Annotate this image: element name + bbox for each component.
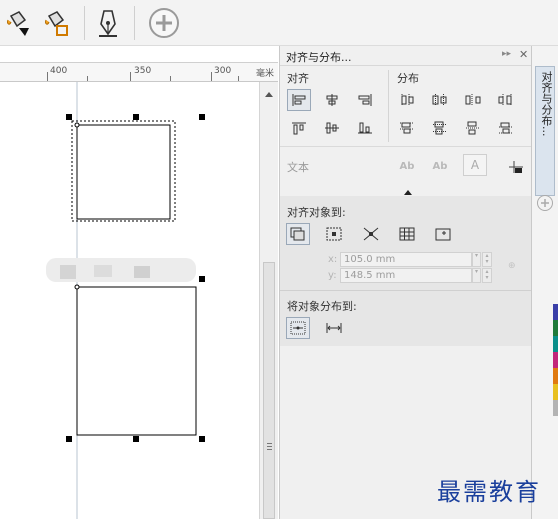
panel-title: 对齐与分布... xyxy=(286,51,352,64)
distribute-right-button[interactable] xyxy=(494,89,518,111)
color-swatch[interactable] xyxy=(553,384,558,400)
align-to-specified-point-button[interactable] xyxy=(431,223,455,245)
ruler-label: 300 xyxy=(214,66,232,76)
ruler-tick xyxy=(47,72,48,81)
selection-handle[interactable] xyxy=(199,276,205,282)
ruler-label: 400 xyxy=(50,66,68,76)
add-circle-icon[interactable] xyxy=(146,5,182,41)
docker-tab-strip: 对齐与分布... xyxy=(531,46,558,519)
text-baseline-last-button[interactable]: Ab xyxy=(428,155,452,177)
color-swatch[interactable] xyxy=(553,304,558,320)
y-spinner[interactable]: ▴ ▾ xyxy=(482,268,492,283)
horizontal-ruler[interactable]: 400 350 300 毫米 xyxy=(0,62,278,82)
close-icon[interactable]: ✕ xyxy=(519,48,528,61)
selection-handle[interactable] xyxy=(199,436,205,442)
y-field-label: y: xyxy=(328,270,337,281)
ruler-tick xyxy=(87,76,88,81)
distribute-section-label: 分布 xyxy=(397,72,419,85)
distribute-to-label: 将对象分布到: xyxy=(287,300,357,313)
ruler-unit: 毫米 xyxy=(255,69,274,79)
node-handle[interactable] xyxy=(74,284,80,290)
text-baseline-first-button[interactable]: Ab xyxy=(395,155,419,177)
divider xyxy=(280,290,532,291)
distribute-top-button[interactable] xyxy=(395,117,419,139)
ruler-label: 350 xyxy=(134,66,152,76)
distribute-left-button[interactable] xyxy=(395,89,419,111)
align-bottom-button[interactable] xyxy=(353,117,377,139)
align-right-button[interactable] xyxy=(353,89,377,111)
distribute-bottom-button[interactable] xyxy=(494,117,518,139)
selection-handle[interactable] xyxy=(66,114,72,120)
ruler-tick xyxy=(238,76,239,81)
scroll-thumb[interactable] xyxy=(263,262,275,519)
pen-nib-icon[interactable] xyxy=(90,5,126,41)
color-swatch[interactable] xyxy=(553,400,558,416)
x-spinner[interactable]: ▴ ▾ xyxy=(482,252,492,267)
align-left-button[interactable] xyxy=(287,89,311,111)
distribute-to-selection-button[interactable] xyxy=(286,317,310,339)
selection-handle[interactable] xyxy=(133,114,139,120)
distribute-center-horizontal-button[interactable] xyxy=(428,89,452,111)
section-divider xyxy=(388,70,389,142)
scroll-up-arrow-icon[interactable] xyxy=(264,88,274,101)
text-section-label: 文本 xyxy=(287,161,309,174)
collapse-panel-icon[interactable]: ▸▸ xyxy=(502,49,511,59)
selection-handle[interactable] xyxy=(199,114,205,120)
toolbar xyxy=(0,0,558,46)
align-center-horizontal-button[interactable] xyxy=(320,89,344,111)
panel-title-bar: 对齐与分布... ▸▸ ✕ xyxy=(280,46,532,66)
distribute-spacing-horizontal-button[interactable] xyxy=(461,89,485,111)
x-coordinate-input[interactable]: 105.0 mm xyxy=(340,252,472,267)
text-bounding-box-button[interactable]: A xyxy=(463,154,487,176)
x-unit-dropdown[interactable]: ▾ xyxy=(472,252,481,267)
selection-handle[interactable] xyxy=(66,436,72,442)
ruler-top-border xyxy=(0,62,278,63)
align-distribute-panel: 对齐与分布... ▸▸ ✕ 对齐 分布 文本 Ab Ab A 对齐对象到: x:… xyxy=(279,46,532,519)
rectangle-shape-bottom[interactable] xyxy=(76,286,197,436)
ruler-tick xyxy=(170,76,171,81)
ruler-tick xyxy=(130,72,131,81)
blurred-region xyxy=(46,258,196,282)
x-field-label: x: xyxy=(328,254,338,265)
selection-handle[interactable] xyxy=(133,436,139,442)
y-unit-dropdown[interactable]: ▾ xyxy=(472,268,481,283)
outline-fill-icon[interactable] xyxy=(38,5,74,41)
text-align-anchor-button[interactable] xyxy=(504,156,528,178)
text-baseline-first-label: Ab xyxy=(399,160,415,172)
align-top-button[interactable] xyxy=(287,117,311,139)
color-swatch[interactable] xyxy=(553,320,558,336)
divider xyxy=(280,146,532,147)
text-baseline-last-label: Ab xyxy=(432,160,448,172)
align-to-grid-button[interactable] xyxy=(395,223,419,245)
lock-ratio-icon[interactable]: ⊕ xyxy=(508,261,516,271)
add-docker-icon[interactable] xyxy=(536,194,554,215)
distribute-spacing-vertical-button[interactable] xyxy=(461,117,485,139)
x-coordinate-value: 105.0 mm xyxy=(344,254,396,265)
node-handle[interactable] xyxy=(74,122,80,128)
y-coordinate-input[interactable]: 148.5 mm xyxy=(340,268,472,283)
vertical-scrollbar[interactable] xyxy=(259,82,278,519)
tab-align-distribute[interactable]: 对齐与分布... xyxy=(535,66,555,196)
rectangle-shape-top[interactable] xyxy=(76,124,171,220)
align-section-label: 对齐 xyxy=(287,72,309,85)
ruler-tick xyxy=(211,72,212,81)
align-to-active-objects-button[interactable] xyxy=(286,223,310,245)
align-center-vertical-button[interactable] xyxy=(320,117,344,139)
distribute-to-page-button[interactable] xyxy=(322,317,346,339)
align-to-page-center-button[interactable] xyxy=(359,223,383,245)
color-swatch[interactable] xyxy=(553,368,558,384)
color-swatch[interactable] xyxy=(553,336,558,352)
watermark-text: 最需教育 xyxy=(437,478,541,506)
toolbar-separator xyxy=(134,6,135,40)
tab-align-distribute-label: 对齐与分布... xyxy=(540,71,553,137)
color-swatch[interactable] xyxy=(553,352,558,368)
y-coordinate-value: 148.5 mm xyxy=(344,270,396,281)
fill-icon[interactable] xyxy=(0,5,36,41)
align-to-label: 对齐对象到: xyxy=(287,206,346,219)
text-bounding-box-label: A xyxy=(470,158,480,172)
distribute-center-vertical-button[interactable] xyxy=(428,117,452,139)
align-to-page-edge-button[interactable] xyxy=(322,223,346,245)
drawing-canvas[interactable] xyxy=(0,82,260,519)
toolbar-separator xyxy=(84,6,85,40)
